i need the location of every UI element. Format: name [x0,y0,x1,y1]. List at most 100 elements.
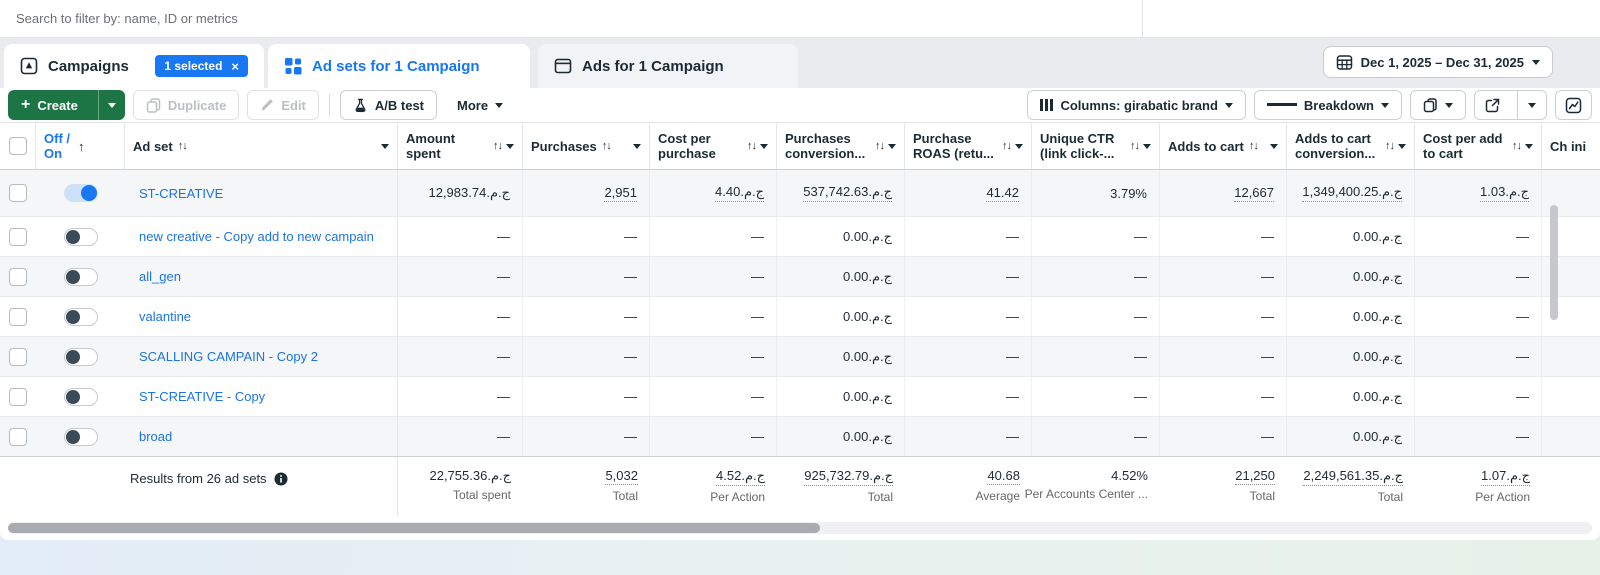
row-checkbox[interactable] [9,307,27,326]
sort-icon[interactable]: ↑↓ [875,139,885,154]
v-scrollbar-thumb[interactable] [1550,205,1558,320]
metric-value-link[interactable]: 41.42 [986,185,1019,202]
column-header[interactable]: Unique CTR (link click-... ↑↓ [1032,123,1160,169]
column-header[interactable]: Purchases ↑↓ [523,123,650,169]
column-header[interactable]: Cost per add to cart ↑↓ [1415,123,1542,169]
ad-set-toggle[interactable] [63,387,98,406]
h-scrollbar-track[interactable] [8,522,1592,534]
column-header[interactable]: Purchases conversion... ↑↓ [777,123,905,169]
metric-value: 3.79% [1110,185,1147,201]
campaigns-folder-icon [20,57,38,75]
metric-value: 0.00⁧ج.م.⁩ [843,348,892,364]
metric-value-link[interactable]: 537,742.63⁧ج.م.⁩ [803,184,892,202]
ab-test-button[interactable]: A/B test [339,90,438,120]
column-menu-caret[interactable] [888,143,896,149]
ad-set-toggle[interactable] [63,184,98,202]
ad-set-toggle[interactable] [63,347,98,366]
sort-icon[interactable]: ↑↓ [1385,139,1395,154]
row-checkbox[interactable] [9,387,27,406]
footer-total-value: 5,032 [605,468,638,485]
metric-value: — [1006,229,1019,244]
column-menu-caret[interactable] [381,143,389,149]
metric-value-link[interactable]: 1.03⁧ج.م.⁩ [1480,184,1529,202]
row-checkbox[interactable] [9,184,27,202]
create-dropdown-caret[interactable] [97,90,125,120]
export-button[interactable] [1474,90,1547,120]
column-menu-caret[interactable] [760,143,768,149]
ad-set-name-link[interactable]: broad [139,429,172,444]
select-all-checkbox[interactable] [8,137,27,155]
sort-icon[interactable]: ↑↓ [1130,139,1140,154]
metric-value-link[interactable]: 1,349,400.25⁧ج.م.⁩ [1302,184,1402,202]
column-menu-caret[interactable] [1015,143,1023,149]
metric-value: — [1261,269,1274,284]
export-dropdown-caret[interactable] [1517,91,1546,119]
tab-ads[interactable]: Ads for 1 Campaign [538,44,798,88]
ad-set-name-link[interactable]: new creative - Copy add to new campain [139,229,374,244]
row-checkbox[interactable] [9,347,27,366]
search-input[interactable] [0,0,1142,37]
ad-set-name-link[interactable]: SCALLING CAMPAIN - Copy 2 [139,349,318,364]
create-button[interactable]: + Create [8,90,125,120]
column-header[interactable]: Ch ini [1542,123,1600,169]
clear-selection-icon[interactable]: × [231,60,239,73]
ad-set-name-link[interactable]: valantine [139,309,191,324]
tab-ad-sets[interactable]: Ad sets for 1 Campaign [268,44,530,88]
ad-set-toggle[interactable] [63,267,98,286]
row-checkbox[interactable] [9,227,27,246]
column-menu-caret[interactable] [506,143,514,149]
column-menu-caret[interactable] [1270,143,1278,149]
ad-set-toggle[interactable] [63,427,98,446]
sort-icon[interactable]: ↑↓ [1512,139,1522,154]
reports-button[interactable] [1410,90,1466,120]
columns-button[interactable]: Columns: girabatic brand [1027,90,1246,120]
row-checkbox[interactable] [9,427,27,446]
column-header[interactable]: Cost per purchase ↑↓ [650,123,777,169]
column-header-off-on[interactable]: Off / On ↑ [36,123,125,169]
column-header-label: Purchases conversion... [785,131,866,161]
column-header[interactable]: Purchase ROAS (retu... ↑↓ [905,123,1032,169]
sort-icon[interactable]: ↑↓ [1249,139,1259,154]
sort-icon[interactable]: ↑↓ [1002,139,1012,154]
column-menu-caret[interactable] [1143,143,1151,149]
h-scrollbar-thumb[interactable] [8,523,820,533]
footer-total-label: Per Accounts Center ... [1024,487,1148,501]
sort-icon[interactable]: ↑↓ [602,139,612,154]
metric-value-link[interactable]: 2,951 [604,185,637,202]
metric-value: — [497,429,510,444]
column-menu-caret[interactable] [633,143,641,149]
metric-value: — [1006,269,1019,284]
footer-total-label: Total [612,489,638,503]
metric-value: — [1261,389,1274,404]
tab-campaigns[interactable]: Campaigns 1 selected × [4,44,264,88]
metric-value-link[interactable]: 12,667 [1234,185,1274,202]
ad-set-name-link[interactable]: all_gen [139,269,181,284]
more-button[interactable]: More [445,90,515,120]
column-menu-caret[interactable] [1398,143,1406,149]
ad-set-toggle[interactable] [63,307,98,326]
metric-value: — [1261,229,1274,244]
sort-icon[interactable]: ↑↓ [747,139,757,154]
sort-icon[interactable]: ↑↓ [178,139,188,154]
column-header[interactable]: Adds to cart ↑↓ [1160,123,1287,169]
sort-icon[interactable]: ↑↓ [493,139,503,154]
column-header[interactable]: Amount spent ↑↓ [398,123,523,169]
footer-total-label: Total [1249,489,1275,503]
ad-set-name-link[interactable]: ST-CREATIVE [139,186,223,201]
row-checkbox[interactable] [9,267,27,286]
ad-set-name-link[interactable]: ST-CREATIVE - Copy [139,389,265,404]
metric-value-link[interactable]: 4.40⁧ج.م.⁩ [715,184,764,202]
column-header-ad-set[interactable]: Ad set ↑↓ [125,123,398,169]
edit-button: Edit [247,90,319,120]
chevron-down-icon [1381,102,1389,108]
calendar-icon [1336,54,1353,71]
breakdown-button[interactable]: Breakdown [1253,90,1402,120]
ad-set-toggle[interactable] [63,227,98,246]
charts-button[interactable] [1555,90,1592,120]
column-menu-caret[interactable] [1525,143,1533,149]
column-header[interactable]: Adds to cart conversion... ↑↓ [1287,123,1415,169]
date-range-picker[interactable]: Dec 1, 2025 – Dec 31, 2025 [1322,46,1553,78]
level-tabs: Campaigns 1 selected × Ad sets for 1 Cam… [0,38,1600,88]
export-icon[interactable] [1475,91,1510,119]
info-icon[interactable] [274,472,288,486]
